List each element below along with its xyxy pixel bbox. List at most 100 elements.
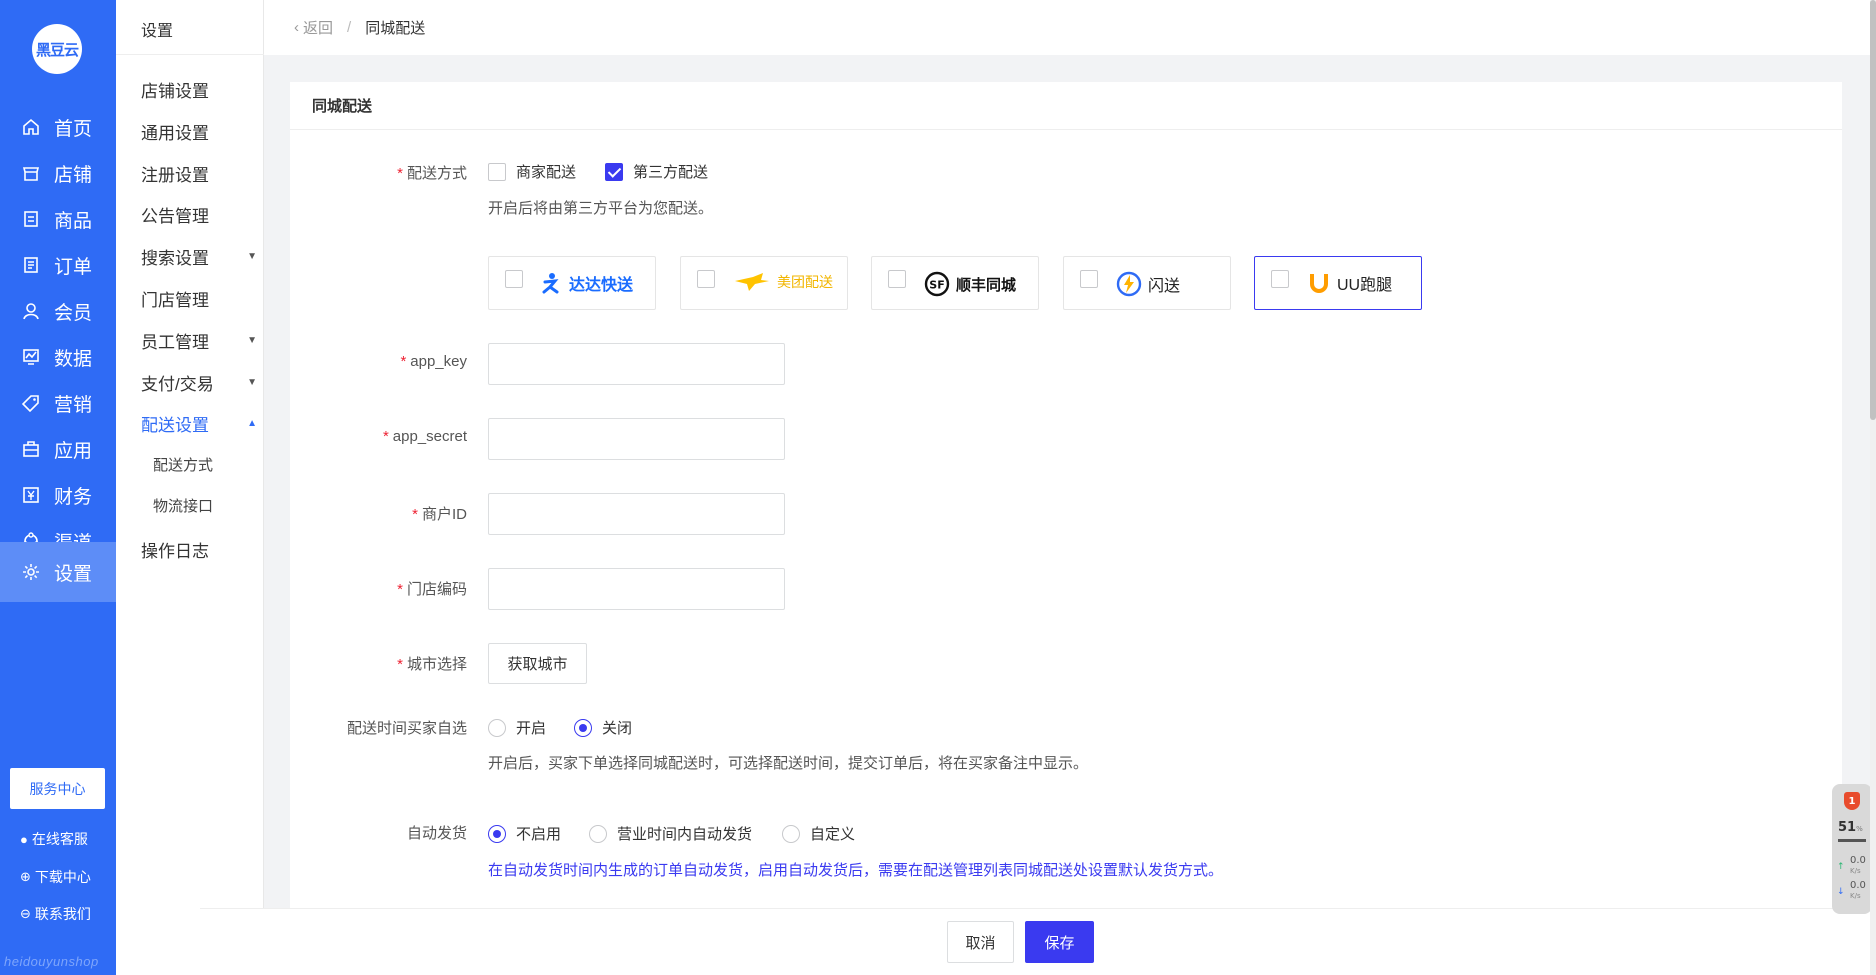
store-code-input[interactable] bbox=[488, 568, 785, 610]
radio-label: 不启用 bbox=[516, 826, 562, 843]
radio bbox=[589, 824, 607, 843]
store-icon bbox=[20, 162, 42, 184]
caret-down-icon: ▼ bbox=[247, 377, 257, 388]
buyer-time-label: 配送时间买家自选 bbox=[346, 720, 467, 737]
checkbox bbox=[1271, 270, 1289, 288]
home-icon bbox=[20, 116, 42, 138]
delivery-method-hint: 开启后将由第三方平台为您配送。 bbox=[488, 200, 714, 217]
contact-icon: ⊖ bbox=[20, 906, 31, 921]
nav-item-label: 会员 bbox=[54, 302, 93, 324]
nav-item-goods[interactable]: 商品 bbox=[0, 193, 116, 245]
buyer-time-on-radio[interactable]: 开启 bbox=[488, 717, 546, 738]
delivery-method-label: * 配送方式 bbox=[397, 165, 467, 182]
nav-item-label: 设置 bbox=[54, 563, 93, 585]
contact-us-link[interactable]: ⊖ 联系我们 bbox=[20, 904, 91, 924]
nav-item-store[interactable]: 店铺 bbox=[0, 147, 116, 199]
submenu-item-store-settings[interactable]: 店铺设置 bbox=[141, 77, 261, 102]
merchant-delivery-checkbox[interactable]: 商家配送 bbox=[488, 161, 576, 182]
get-city-button[interactable]: 获取城市 bbox=[488, 643, 587, 684]
radio bbox=[782, 824, 800, 843]
auto-ship-disabled-radio[interactable]: 不启用 bbox=[488, 823, 561, 844]
nav-item-settings[interactable]: 设置 bbox=[0, 542, 116, 602]
store-code-label: * 门店编码 bbox=[397, 581, 467, 598]
checkbox bbox=[488, 162, 506, 181]
download-center-link[interactable]: ⊕ 下载中心 bbox=[20, 867, 91, 887]
submenu-child-logistics-api[interactable]: 物流接口 bbox=[153, 495, 213, 516]
download-center-label: 下载中心 bbox=[34, 869, 91, 885]
nav-item-order[interactable]: 订单 bbox=[0, 239, 116, 291]
nav-item-data[interactable]: 数据 bbox=[0, 331, 116, 383]
submenu-item-stores[interactable]: 门店管理 bbox=[141, 286, 261, 311]
nav-item-member[interactable]: 会员 bbox=[0, 285, 116, 337]
nav-item-label: 财务 bbox=[54, 486, 93, 508]
merchant-id-input[interactable] bbox=[488, 493, 785, 535]
nav-item-marketing[interactable]: 营销 bbox=[0, 377, 116, 429]
nav-item-finance[interactable]: 财务 bbox=[0, 469, 116, 521]
submenu-item-delivery-settings[interactable]: 配送设置 ▲ bbox=[141, 411, 261, 436]
auto-ship-custom-radio[interactable]: 自定义 bbox=[782, 823, 855, 844]
app-key-label: * app_key bbox=[400, 353, 467, 370]
submenu-item-staff[interactable]: 员工管理 ▼ bbox=[141, 328, 261, 353]
merchant-delivery-label: 商家配送 bbox=[516, 164, 577, 181]
radio-selected bbox=[488, 824, 506, 843]
merchant-id-label: * 商户ID bbox=[412, 506, 467, 523]
nav-item-apps[interactable]: 应用 bbox=[0, 423, 116, 475]
lightning-logo-icon bbox=[1116, 271, 1142, 297]
submenu-item-payment[interactable]: 支付/交易 ▼ bbox=[141, 370, 261, 395]
radio-label: 开启 bbox=[516, 720, 547, 737]
app-secret-label: * app_secret bbox=[382, 428, 467, 445]
buyer-time-hint: 开启后，买家下单选择同城配送时，可选择配送时间，提交订单后，将在买家备注中显示。 bbox=[488, 755, 1089, 772]
provider-sf[interactable]: SF 顺丰同城 bbox=[871, 256, 1039, 310]
finance-icon bbox=[20, 484, 42, 506]
buyer-time-off-radio[interactable]: 关闭 bbox=[574, 717, 632, 738]
settings-submenu: 设置 店铺设置 通用设置 注册设置 公告管理 搜索设置 ▼ 门店管理 员工管理 ▼ … bbox=[116, 0, 264, 975]
provider-shansong[interactable]: 闪送 bbox=[1063, 256, 1231, 310]
breadcrumb-back-label: 返回 bbox=[303, 20, 334, 37]
chevron-left-icon: ‹ bbox=[294, 19, 299, 36]
submenu-item-register-settings[interactable]: 注册设置 bbox=[141, 161, 261, 186]
dada-logo-icon bbox=[541, 272, 563, 294]
provider-meituan[interactable]: 美团配送 bbox=[680, 256, 848, 310]
app-key-input[interactable] bbox=[488, 343, 785, 385]
watermark: heidouyunshop bbox=[4, 954, 99, 969]
contact-us-label: 联系我们 bbox=[34, 906, 91, 922]
page-scrollbar-thumb[interactable] bbox=[1870, 0, 1876, 420]
nav-item-label: 订单 bbox=[54, 256, 93, 278]
submenu-item-general-settings[interactable]: 通用设置 bbox=[141, 119, 261, 144]
service-center-button[interactable]: 服务中心 bbox=[10, 768, 105, 809]
network-monitor-widget[interactable]: 1 51% ↑ 0.0 K/s ↓ 0.0 K/s bbox=[1832, 784, 1872, 914]
submenu-child-delivery-methods[interactable]: 配送方式 bbox=[153, 454, 213, 475]
auto-ship-label: 自动发货 bbox=[406, 825, 467, 842]
radio-label: 营业时间内自动发货 bbox=[617, 826, 753, 843]
nav-item-label: 商品 bbox=[54, 210, 93, 232]
arrow-up-icon: ↑ bbox=[1837, 862, 1845, 872]
nav-item-label: 营销 bbox=[54, 394, 93, 416]
provider-name: 闪送 bbox=[1148, 278, 1181, 295]
breadcrumb-back[interactable]: ‹ 返回 bbox=[294, 17, 333, 38]
submenu-item-operation-log[interactable]: 操作日志 bbox=[141, 537, 261, 562]
third-party-delivery-checkbox[interactable]: 第三方配送 bbox=[605, 161, 708, 182]
city-select-label: * 城市选择 bbox=[397, 656, 467, 673]
submenu-item-search-settings[interactable]: 搜索设置 ▼ bbox=[141, 244, 261, 269]
usage-bar bbox=[1838, 839, 1866, 842]
submenu-item-announcements[interactable]: 公告管理 bbox=[141, 202, 261, 227]
gear-icon bbox=[20, 561, 42, 583]
member-icon bbox=[20, 300, 42, 322]
app-icon bbox=[20, 438, 42, 460]
provider-dada[interactable]: 达达快送 bbox=[488, 256, 656, 310]
provider-uu[interactable]: UU跑腿 bbox=[1254, 256, 1422, 310]
checkbox bbox=[1080, 270, 1098, 288]
save-button[interactable]: 保存 bbox=[1025, 921, 1094, 963]
divider bbox=[116, 54, 264, 55]
app-secret-input[interactable] bbox=[488, 418, 785, 460]
checkbox bbox=[888, 270, 906, 288]
logo[interactable]: 黑豆云 bbox=[32, 24, 82, 74]
radio-selected bbox=[574, 718, 592, 737]
nav-item-home[interactable]: 首页 bbox=[0, 101, 116, 153]
nav-item-label: 数据 bbox=[54, 348, 93, 370]
cancel-button[interactable]: 取消 bbox=[947, 921, 1014, 963]
nav-item-label: 应用 bbox=[54, 440, 93, 462]
auto-ship-business-hours-radio[interactable]: 营业时间内自动发货 bbox=[589, 823, 752, 844]
sf-logo-icon: SF bbox=[924, 271, 950, 297]
online-service-link[interactable]: ● 在线客服 bbox=[20, 829, 88, 849]
